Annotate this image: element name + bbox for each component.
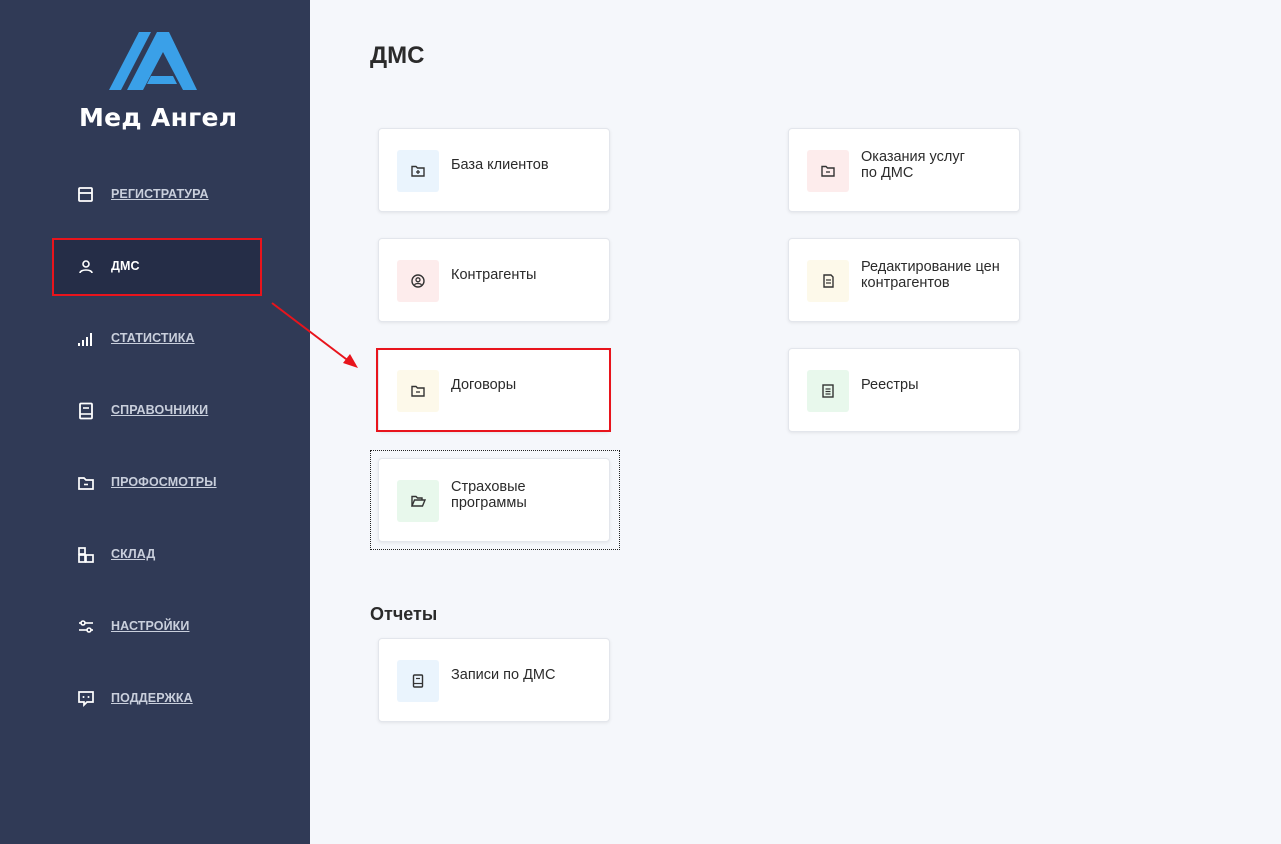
sidebar-item-spravochniki[interactable]: СПРАВОЧНИКИ xyxy=(52,382,262,440)
document-icon xyxy=(823,274,834,288)
app-logo[interactable]: Мед Ангел xyxy=(79,28,239,138)
page-title: ДМС xyxy=(370,42,425,69)
sidebar-item-label: ПРОФОСМОТРЫ xyxy=(111,475,217,489)
sidebar-item-label: НАСТРОЙКИ xyxy=(111,619,190,633)
sidebar-item-statistika[interactable]: СТАТИСТИКА xyxy=(52,310,262,368)
card-icon-box xyxy=(397,260,439,302)
card-label: Редактирование цен контрагентов xyxy=(861,259,1000,291)
calendar-icon xyxy=(78,187,93,202)
folder-minus-icon xyxy=(821,165,835,177)
folder-open-icon xyxy=(410,495,426,507)
sidebar-item-nastroyki[interactable]: НАСТРОЙКИ xyxy=(52,598,262,656)
card-icon-box xyxy=(397,370,439,412)
folder-plus-icon xyxy=(411,165,425,177)
sliders-icon xyxy=(79,620,93,633)
card-icon-box xyxy=(397,150,439,192)
sidebar-item-label: СТАТИСТИКА xyxy=(111,331,195,345)
card-icon-box xyxy=(397,480,439,522)
card-clients-base[interactable]: База клиентов xyxy=(378,128,610,212)
card-label: Реестры xyxy=(861,377,919,393)
card-label: База клиентов xyxy=(451,157,549,173)
sidebar: Мед Ангел РЕГИСТРАТУРА ДМС СТАТИСТИКА СП… xyxy=(0,0,310,844)
reports-section-title: Отчеты xyxy=(370,604,438,624)
sidebar-item-label: ПОДДЕРЖКА xyxy=(111,691,193,705)
signal-bars-icon xyxy=(78,333,92,346)
folder-minus-icon xyxy=(78,477,94,490)
card-dms-records[interactable]: Записи по ДМС xyxy=(378,638,610,722)
user-icon xyxy=(79,260,93,274)
card-icon-box xyxy=(807,260,849,302)
list-document-icon xyxy=(822,384,834,398)
card-label: Договоры xyxy=(451,377,517,393)
app-name: Мед Ангел xyxy=(79,103,238,132)
card-label: Контрагенты xyxy=(451,267,537,283)
card-edit-prices[interactable]: Редактирование цен контрагентов xyxy=(788,238,1020,322)
sidebar-item-registratura[interactable]: РЕГИСТРАТУРА xyxy=(52,166,262,224)
angel-logo-icon xyxy=(109,32,197,90)
card-icon-box xyxy=(807,370,849,412)
card-contracts[interactable]: Договоры xyxy=(378,348,610,432)
user-circle-icon xyxy=(411,274,425,288)
card-label: Страховые программы xyxy=(451,479,527,511)
card-icon-box xyxy=(807,150,849,192)
chat-icon xyxy=(78,691,94,708)
card-label: Оказания услуг по ДМС xyxy=(861,149,965,181)
sidebar-item-label: ДМС xyxy=(111,259,140,273)
book-icon xyxy=(79,402,93,420)
book-icon xyxy=(412,674,424,688)
sidebar-item-profosmotry[interactable]: ПРОФОСМОТРЫ xyxy=(52,454,262,512)
card-registries[interactable]: Реестры xyxy=(788,348,1020,432)
card-services-dms[interactable]: Оказания услуг по ДМС xyxy=(788,128,1020,212)
sidebar-item-dms[interactable]: ДМС xyxy=(52,238,262,296)
card-icon-box xyxy=(397,660,439,702)
sidebar-item-label: СКЛАД xyxy=(111,547,156,561)
card-insurance-programs[interactable]: Страховые программы xyxy=(378,458,610,542)
sidebar-item-sklad[interactable]: СКЛАД xyxy=(52,526,262,584)
sidebar-item-label: СПРАВОЧНИКИ xyxy=(111,403,209,417)
sidebar-item-podderzhka[interactable]: ПОДДЕРЖКА xyxy=(52,670,262,728)
sidebar-item-label: РЕГИСТРАТУРА xyxy=(111,187,209,201)
card-counterparties[interactable]: Контрагенты xyxy=(378,238,610,322)
boxes-icon xyxy=(78,547,94,563)
card-label: Записи по ДМС xyxy=(451,667,556,683)
folder-minus-icon xyxy=(411,385,425,397)
